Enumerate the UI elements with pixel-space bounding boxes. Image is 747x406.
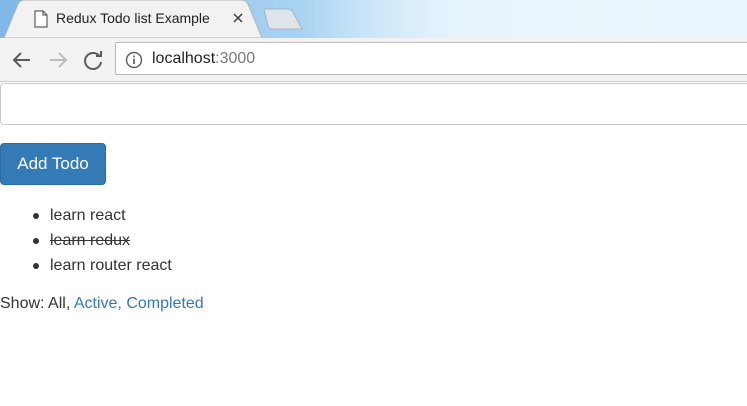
todo-item[interactable]: learn router react	[0, 253, 172, 278]
tab-strip-background	[300, 0, 747, 38]
bullet-icon	[33, 263, 39, 269]
todo-item-completed[interactable]: learn redux	[0, 228, 172, 253]
forward-arrow-icon[interactable]	[44, 46, 72, 74]
active-tab[interactable]: Redux Todo list Example	[4, 0, 262, 38]
tab-title: Redux Todo list Example	[56, 10, 210, 26]
url-host: localhost	[152, 50, 216, 67]
filter-separator: ,	[117, 295, 122, 312]
todo-text: learn redux	[50, 232, 131, 249]
info-icon[interactable]	[125, 51, 143, 69]
todo-text: learn router react	[50, 257, 172, 274]
browser-toolbar: localhost:3000	[0, 38, 747, 82]
filter-label: Show:	[0, 295, 45, 312]
filter-all-current: All	[48, 295, 66, 312]
filter-active-link[interactable]: Active	[74, 295, 118, 312]
close-tab-icon[interactable]	[230, 10, 246, 26]
add-todo-button[interactable]: Add Todo	[0, 143, 106, 185]
new-tab-button[interactable]	[258, 8, 306, 30]
filter-separator: ,	[65, 295, 71, 312]
bullet-icon	[33, 238, 39, 244]
todo-item[interactable]: learn react	[0, 203, 172, 228]
page-content: Add Todo learn react learn redux learn r…	[0, 83, 747, 406]
todo-input[interactable]	[0, 83, 747, 125]
url-port: :3000	[215, 50, 256, 67]
address-bar[interactable]: localhost:3000	[115, 42, 747, 75]
todo-text: learn react	[50, 207, 126, 224]
back-arrow-icon[interactable]	[8, 46, 36, 74]
page-icon	[34, 10, 48, 28]
filter-bar: Show: All, Active, Completed	[0, 293, 204, 315]
bullet-icon	[33, 213, 39, 219]
url-text: localhost:3000	[152, 50, 255, 68]
tab-strip: Redux Todo list Example	[0, 0, 747, 38]
todo-list: learn react learn redux learn router rea…	[0, 203, 172, 278]
filter-completed-link[interactable]: Completed	[126, 295, 203, 312]
reload-icon[interactable]	[79, 46, 107, 74]
